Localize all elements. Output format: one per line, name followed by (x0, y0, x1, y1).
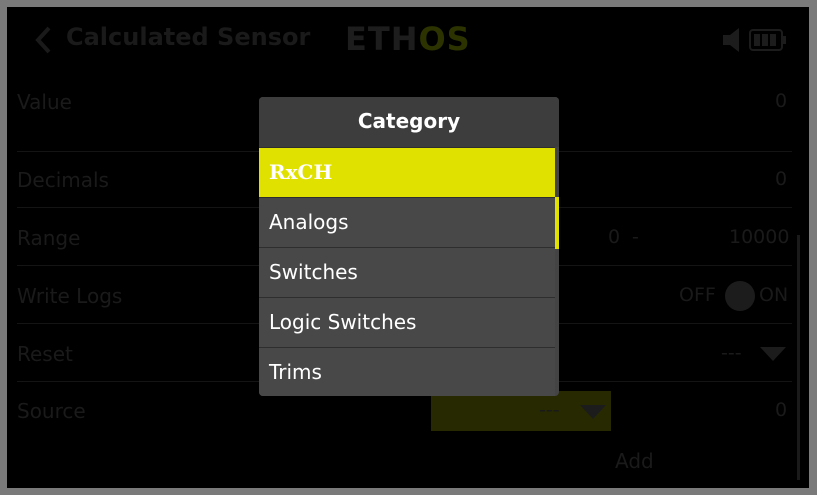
back-arrow-icon[interactable] (31, 25, 57, 55)
ethos-logo: ETHOS (345, 20, 471, 58)
logo-main: ETH (345, 20, 419, 58)
reset-label: Reset (17, 342, 73, 366)
category-item-label: RxCH (269, 160, 333, 184)
category-item-trims[interactable]: Trims (259, 347, 555, 396)
dialog-scrollbar[interactable] (555, 197, 559, 249)
source-selector-value[interactable]: --- (539, 399, 560, 421)
decimals-field[interactable]: 0 (775, 168, 787, 190)
page-title: Calculated Sensor (66, 23, 311, 51)
dropdown-arrow-icon[interactable] (760, 347, 786, 361)
add-row: Add (7, 443, 802, 488)
page-scrollbar[interactable] (797, 235, 800, 480)
category-item-analogs[interactable]: Analogs (259, 197, 555, 247)
category-dialog: Category RxCH Analogs Switches Logic Swi… (259, 97, 559, 396)
source-value: 0 (775, 399, 788, 421)
add-button[interactable]: Add (615, 449, 654, 473)
toggle-knob-icon[interactable] (725, 281, 755, 311)
category-item-label: Logic Switches (269, 310, 417, 334)
reset-dropdown[interactable]: --- (721, 342, 742, 364)
range-separator: - (632, 226, 639, 248)
logo-accent: OS (418, 20, 471, 58)
decimals-label: Decimals (17, 168, 109, 192)
category-item-rxch[interactable]: RxCH (259, 147, 555, 197)
dialog-title: Category (259, 97, 559, 147)
source-row: Source --- 0 (7, 391, 802, 443)
range-max-field[interactable]: 10000 (729, 226, 789, 248)
category-item-label: Analogs (269, 210, 349, 234)
category-item-label: Switches (269, 260, 358, 284)
value-readout: 0 (775, 90, 788, 112)
source-label: Source (17, 399, 86, 423)
speaker-icon (723, 28, 739, 52)
header: Calculated Sensor ETHOS (7, 7, 809, 73)
dropdown-arrow-icon[interactable] (580, 405, 606, 419)
write-logs-off-label: OFF (679, 284, 716, 306)
category-item-switches[interactable]: Switches (259, 247, 555, 297)
category-item-label: Trims (269, 360, 322, 384)
category-item-logic-switches[interactable]: Logic Switches (259, 297, 555, 347)
range-label: Range (17, 226, 81, 250)
battery-icon (749, 29, 786, 51)
write-logs-label: Write Logs (17, 284, 123, 308)
write-logs-on-label: ON (759, 284, 789, 306)
range-min-field[interactable]: 0 (608, 226, 620, 248)
screen: Calculated Sensor ETHOS Value 0 Decimals… (7, 7, 809, 488)
value-label: Value (17, 90, 72, 114)
